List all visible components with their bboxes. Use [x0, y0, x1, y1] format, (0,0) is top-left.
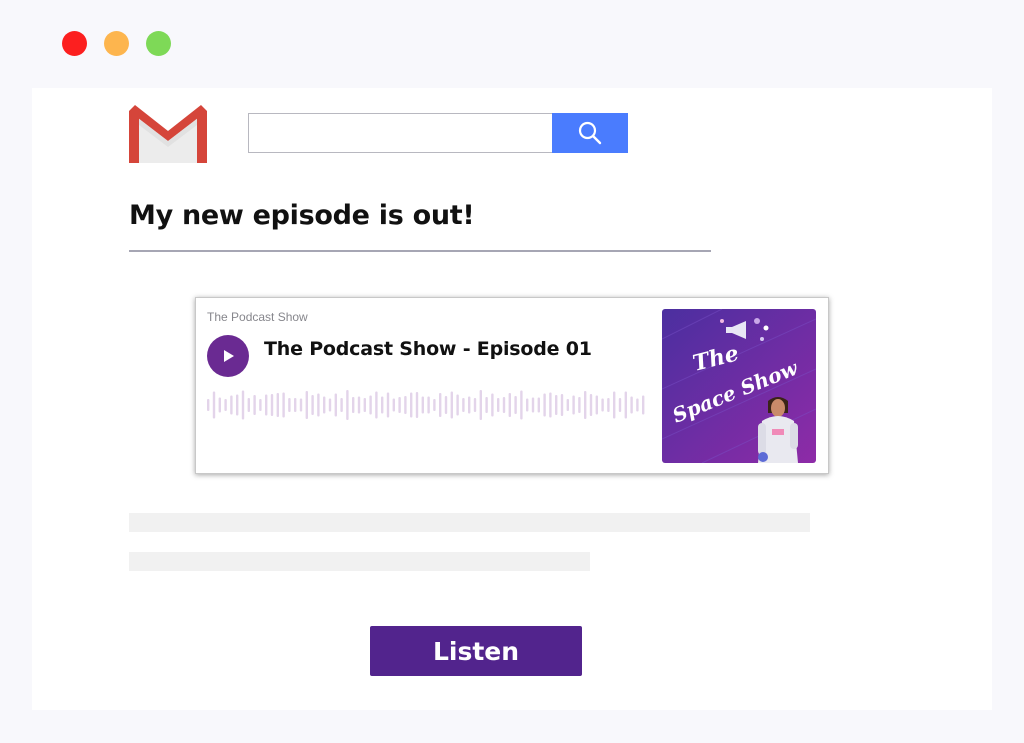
email-subject: My new episode is out! — [129, 200, 475, 231]
waveform-bar — [439, 393, 442, 417]
waveform-bar — [317, 393, 320, 417]
waveform-bar — [328, 398, 332, 412]
waveform-bar — [578, 397, 581, 413]
waveform-bar — [607, 398, 610, 412]
waveform-bar — [560, 394, 564, 416]
waveform-bar — [207, 399, 210, 411]
waveform-bar — [479, 390, 482, 420]
waveform-bar — [218, 397, 221, 413]
waveform-bar — [462, 398, 465, 412]
search-button[interactable] — [552, 113, 628, 153]
waveform-bar — [433, 399, 436, 411]
waveform-bar — [241, 390, 245, 420]
waveform-bar — [468, 396, 471, 414]
email-body-placeholder-line — [129, 513, 810, 532]
waveform-bar — [282, 392, 285, 418]
listen-button[interactable]: Listen — [370, 626, 582, 676]
waveform-bar — [491, 393, 494, 417]
magnifier-icon — [578, 121, 602, 145]
podcast-cover-art: The Space Show — [662, 309, 816, 463]
waveform-bar — [595, 395, 598, 415]
waveform-bar — [253, 395, 256, 415]
waveform-bar — [514, 396, 517, 414]
waveform-bar — [386, 392, 390, 418]
waveform-bar — [543, 393, 546, 417]
waveform-bar — [502, 397, 506, 413]
cover-art-image: The Space Show — [662, 309, 816, 463]
waveform-bar — [259, 399, 262, 411]
waveform-bar — [624, 391, 627, 419]
waveform-bar — [415, 392, 419, 418]
play-button[interactable] — [207, 335, 249, 377]
window-minimize-dot[interactable] — [104, 31, 129, 56]
waveform-bar — [526, 398, 529, 412]
waveform-bar — [618, 398, 622, 412]
waveform-bar — [357, 396, 361, 414]
waveform-bar — [508, 393, 511, 417]
waveform-bar — [381, 396, 384, 414]
waveform-bar — [589, 394, 593, 416]
waveform-bar — [311, 395, 314, 415]
waveform-bar — [642, 395, 645, 415]
waveform-bar — [421, 396, 424, 414]
waveform-bar — [247, 398, 250, 412]
waveform-bar — [363, 398, 366, 412]
waveform-bar — [334, 393, 337, 417]
waveform-bar — [299, 398, 303, 412]
waveform-bar — [410, 392, 413, 418]
waveform-bar — [531, 397, 535, 413]
waveform-bar — [456, 394, 459, 416]
waveform-bar — [340, 398, 343, 412]
waveform-bar — [601, 398, 604, 412]
email-window: My new episode is out! The Podcast Show … — [32, 88, 992, 710]
episode-title: The Podcast Show - Episode 01 — [264, 338, 592, 360]
search-input[interactable] — [248, 113, 552, 153]
waveform-bar — [537, 397, 540, 413]
window-close-dot[interactable] — [62, 31, 87, 56]
waveform-bar — [566, 399, 569, 411]
waveform-bar — [450, 391, 453, 419]
waveform-bar — [485, 397, 488, 413]
waveform-bar — [369, 395, 372, 415]
waveform-bar — [288, 398, 291, 412]
waveform-bar — [549, 392, 552, 418]
waveform-bar — [224, 399, 227, 411]
waveform-bar — [270, 394, 274, 416]
waveform-bar — [444, 396, 448, 414]
audio-waveform[interactable] — [207, 388, 649, 422]
waveform-bar — [555, 395, 558, 415]
waveform-bar — [520, 390, 523, 420]
waveform-bar — [613, 391, 616, 419]
waveform-bar — [630, 396, 633, 414]
waveform-bar — [392, 398, 395, 412]
podcast-player: The Podcast Show The Podcast Show - Epis… — [195, 297, 829, 474]
waveform-bar — [212, 391, 216, 419]
waveform-bar — [473, 398, 477, 412]
waveform-bar — [352, 397, 355, 413]
waveform-bar — [584, 391, 587, 419]
waveform-bar — [404, 396, 407, 414]
waveform-bar — [375, 391, 378, 419]
waveform-bar — [276, 393, 279, 417]
waveform-bar — [294, 398, 297, 412]
waveform-bar — [427, 396, 430, 414]
waveform-bar — [497, 398, 500, 412]
waveform-bar — [398, 397, 401, 413]
gmail-logo — [129, 105, 207, 163]
waveform-bar — [572, 395, 575, 415]
window-maximize-dot[interactable] — [146, 31, 171, 56]
waveform-bar — [346, 390, 349, 420]
waveform-bar — [305, 391, 308, 419]
waveform-bar — [230, 395, 233, 415]
waveform-bar — [323, 396, 326, 414]
show-name: The Podcast Show — [207, 310, 308, 324]
email-body-placeholder-line — [129, 552, 590, 571]
subject-divider — [129, 250, 711, 252]
waveform-bar — [236, 394, 239, 416]
waveform-bar — [265, 394, 268, 416]
waveform-bar — [636, 398, 639, 412]
play-icon — [224, 350, 234, 362]
